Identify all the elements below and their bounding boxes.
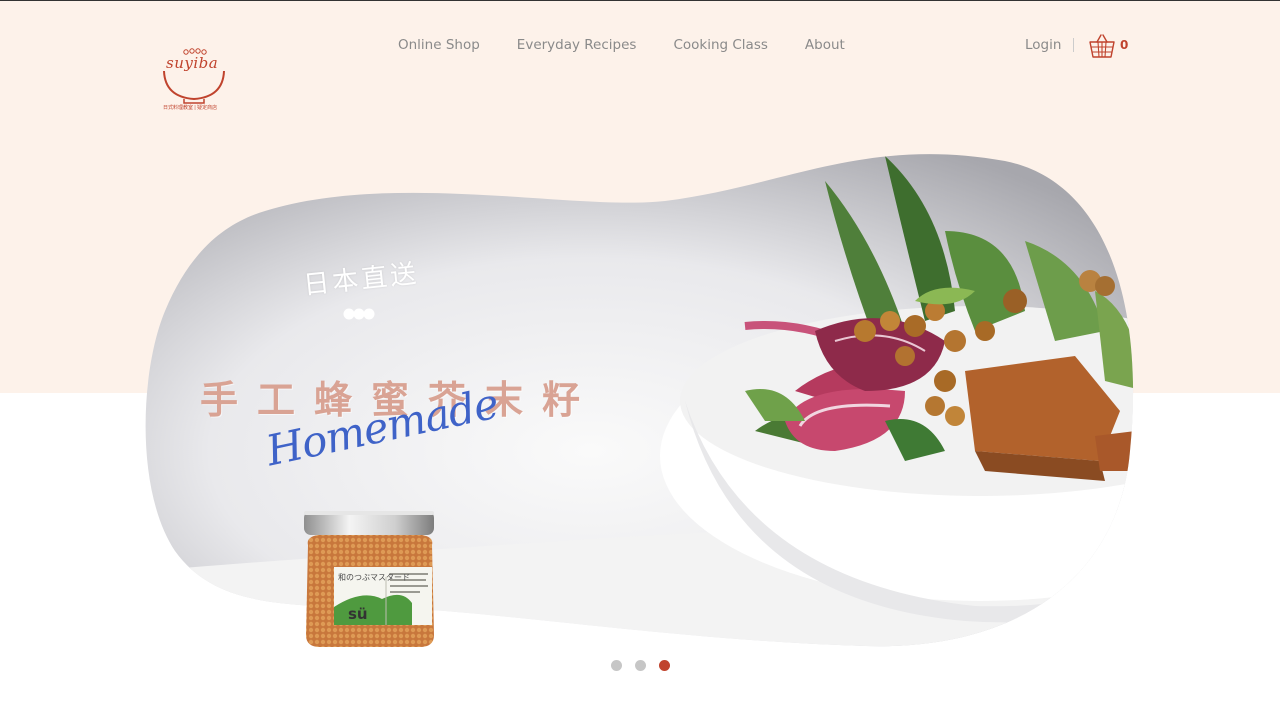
hero-decoration-dots bbox=[343, 308, 375, 320]
carousel-dot-1[interactable] bbox=[611, 660, 622, 671]
jar-label-jp: 和のつぶマスタード bbox=[338, 573, 410, 582]
carousel-dot-3[interactable] bbox=[659, 660, 670, 671]
brand-logo[interactable]: suyiba 日式料理教室 | 疑定商店 bbox=[160, 45, 230, 117]
main-nav: Online Shop Everyday Recipes Cooking Cla… bbox=[398, 36, 845, 54]
mustard-jar-image: 和のつぶマスタード sü bbox=[302, 507, 438, 649]
nav-everyday-recipes[interactable]: Everyday Recipes bbox=[517, 36, 637, 54]
cart-count-badge: 0 bbox=[1120, 38, 1129, 52]
jar-illustration: 和のつぶマスタード sü bbox=[304, 511, 434, 647]
cart-button[interactable] bbox=[1088, 32, 1116, 60]
nav-online-shop[interactable]: Online Shop bbox=[398, 36, 480, 54]
logo-wordmark: suyiba bbox=[166, 54, 219, 72]
nav-cooking-class[interactable]: Cooking Class bbox=[673, 36, 767, 54]
carousel-pager bbox=[611, 660, 670, 671]
header-divider bbox=[1073, 38, 1074, 52]
hero-banner[interactable]: 日本直送 手工蜂蜜芥末籽 Homemade 和のつぶマスタード sü bbox=[145, 151, 1135, 651]
basket-cart-icon bbox=[1089, 34, 1115, 58]
carousel-dot-2[interactable] bbox=[635, 660, 646, 671]
logo-tagline: 日式料理教室 | 疑定商店 bbox=[163, 105, 218, 111]
nav-about[interactable]: About bbox=[805, 36, 845, 54]
jar-label-main: sü bbox=[348, 605, 368, 623]
login-link[interactable]: Login bbox=[1025, 36, 1061, 54]
